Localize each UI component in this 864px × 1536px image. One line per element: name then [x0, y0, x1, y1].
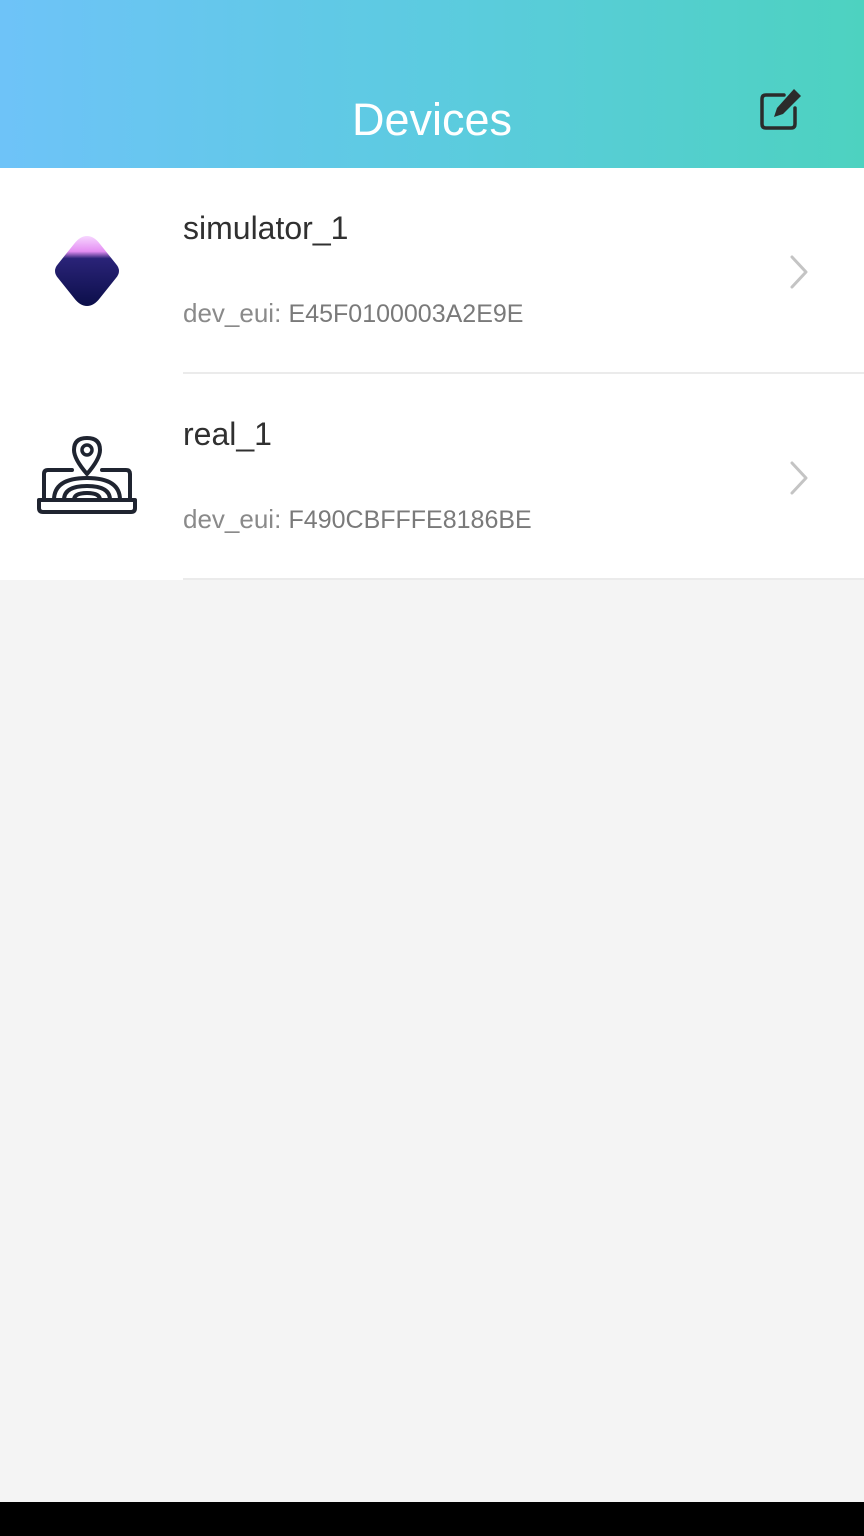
system-navigation-bar: [0, 1502, 864, 1536]
row-divider: [183, 578, 864, 580]
device-row-real[interactable]: real_1 dev_eui: F490CBFFFE8186BE: [0, 374, 864, 580]
app-header: Devices: [0, 0, 864, 168]
device-name: real_1: [183, 416, 272, 452]
laptop-location-icon: [36, 426, 138, 528]
device-row-simulator[interactable]: simulator_1 dev_eui: E45F0100003A2E9E: [0, 168, 864, 374]
device-name: simulator_1: [183, 210, 349, 246]
page-title: Devices: [351, 94, 513, 145]
eui-label: dev_eui:: [183, 504, 289, 534]
simulator-device-icon: [36, 220, 138, 322]
device-list: simulator_1 dev_eui: E45F0100003A2E9E re…: [0, 168, 864, 580]
chevron-right-icon: [786, 252, 812, 292]
device-eui: dev_eui: F490CBFFFE8186BE: [183, 502, 532, 537]
eui-value: E45F0100003A2E9E: [288, 300, 524, 328]
edit-icon: [760, 89, 801, 130]
chevron-right-icon: [786, 458, 812, 498]
device-eui: dev_eui: E45F0100003A2E9E: [183, 296, 523, 331]
edit-button[interactable]: [754, 84, 806, 136]
eui-value: F490CBFFFE8186BE: [288, 506, 532, 534]
eui-label: dev_eui:: [183, 298, 289, 328]
